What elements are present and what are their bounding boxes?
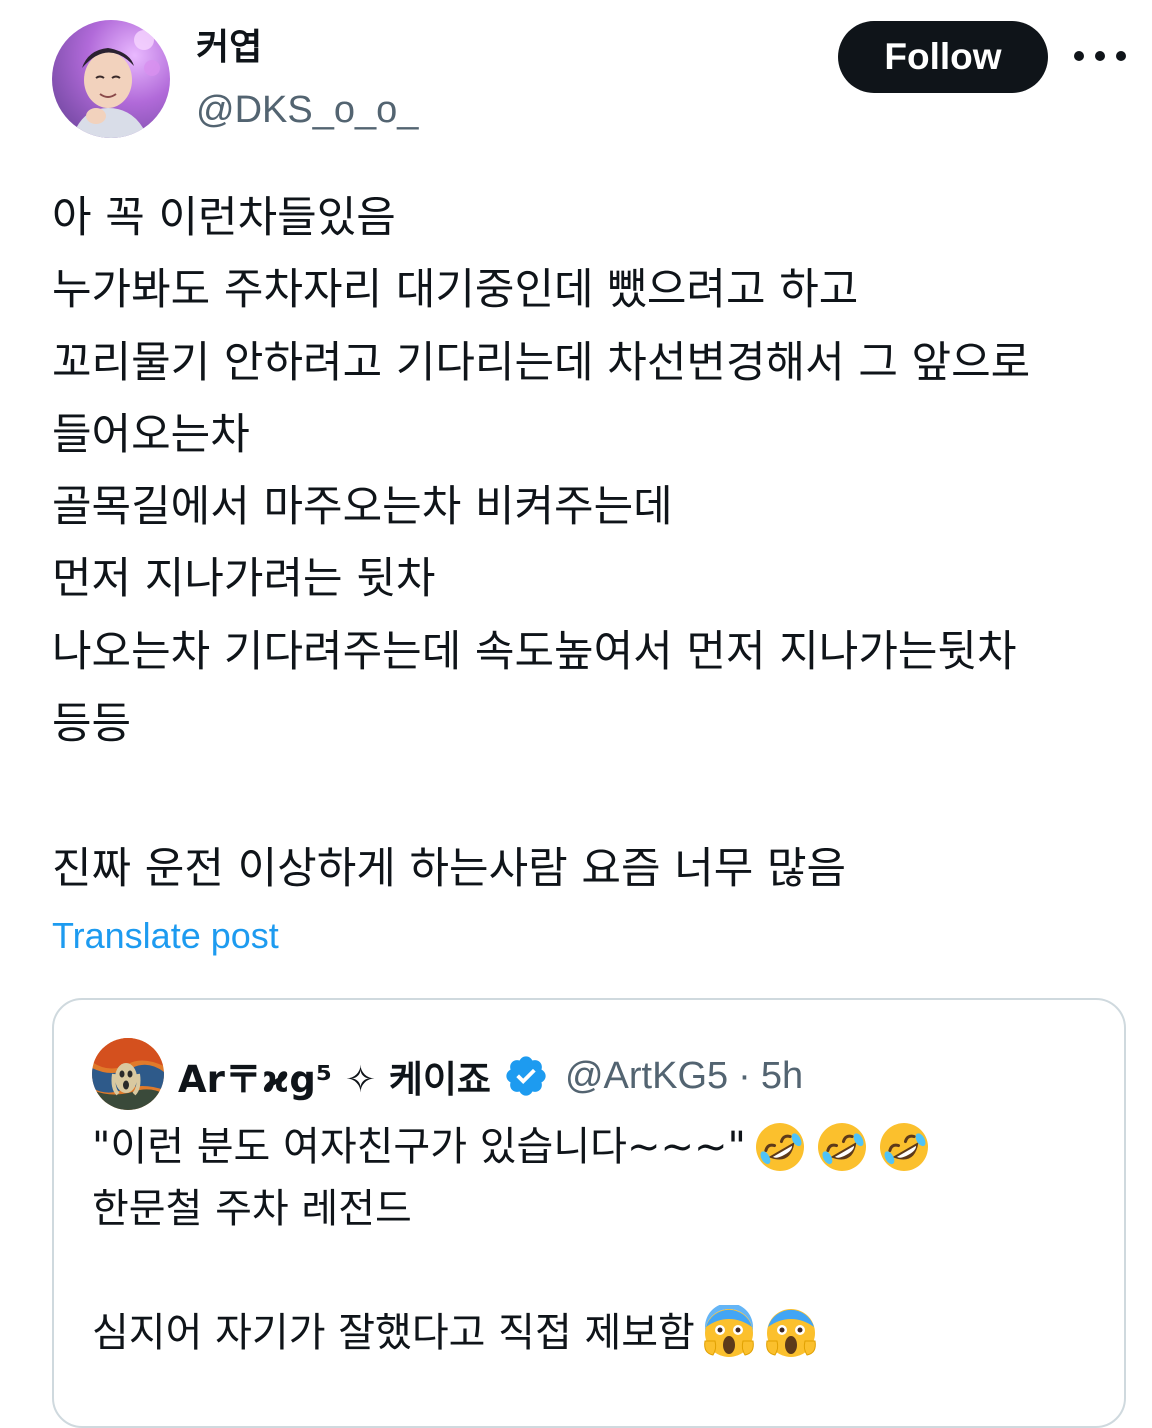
author-display-name[interactable]: 커엽: [196, 24, 262, 72]
separator-dot: ·: [738, 1054, 751, 1097]
quoted-blank-line: [92, 1240, 1092, 1302]
follow-button[interactable]: Follow: [838, 21, 1048, 93]
quoted-author-avatar[interactable]: [92, 1038, 164, 1110]
quoted-line-text: 심지어 자기가 잘했다고 직접 제보함: [92, 1310, 695, 1356]
avatar-image: [52, 20, 170, 138]
quoted-line-text: "이런 분도 여자친구가 있습니다~~~": [92, 1124, 746, 1170]
quoted-post-timestamp[interactable]: 5h: [761, 1055, 803, 1098]
face-screaming-in-fear-emoji-icon: [701, 1305, 757, 1361]
verified-badge-icon: [503, 1053, 549, 1099]
more-dot: [1074, 51, 1084, 61]
post-line: 진짜 운전 이상하게 하는사람 요즘 너무 많음: [52, 843, 847, 894]
quoted-post-header: Ar〒ϰg⁵ ✧ 케이죠 @ArtKG5 · 5h: [178, 1048, 803, 1104]
scream-painting-avatar-image: [92, 1038, 164, 1110]
post-line: 누가봐도 주차자리 대기중인데 뺐으려고 하고: [52, 265, 859, 316]
post-line: 골목길에서 마주오는차 비켜주는데: [52, 482, 673, 533]
post-line: 들어오는차: [52, 409, 250, 460]
post-line: 꼬리물기 안하려고 기다리는데 차선변경해서 그 앞으로: [52, 337, 1031, 388]
rolling-on-floor-laughing-emoji-icon: [814, 1119, 870, 1175]
quoted-post-card[interactable]: Ar〒ϰg⁵ ✧ 케이죠 @ArtKG5 · 5h "이런 분도 여자친구가 있…: [52, 998, 1126, 1428]
post-line: 나오는차 기다려주는데 속도높여서 먼저 지나가는뒷차: [52, 626, 1017, 677]
quoted-line: 한문철 주차 레전드: [92, 1178, 1092, 1240]
more-options-icon[interactable]: [1074, 38, 1126, 74]
post-line: 등등: [52, 699, 132, 750]
quoted-author-handle[interactable]: @ArtKG5: [565, 1055, 728, 1098]
quoted-line: 심지어 자기가 잘했다고 직접 제보함: [92, 1302, 1092, 1364]
quoted-author-display-name[interactable]: Ar〒ϰg⁵ ✧ 케이죠: [178, 1049, 491, 1103]
author-avatar[interactable]: [52, 20, 170, 138]
post-line: 먼저 지나가려는 뒷차: [52, 554, 436, 605]
author-handle[interactable]: @DKS_o_o_: [196, 86, 418, 134]
more-dot: [1116, 51, 1126, 61]
rolling-on-floor-laughing-emoji-icon: [752, 1119, 808, 1175]
post-line: 아 꼭 이런차들있음: [52, 193, 396, 243]
quoted-line-text: 한문철 주차 레전드: [92, 1186, 412, 1232]
more-dot: [1095, 51, 1105, 61]
post-text: 아 꼭 이런차들있음 누가봐도 주차자리 대기중인데 뺐으려고 하고 꼬리물기 …: [52, 182, 1132, 905]
quoted-post-text: "이런 분도 여자친구가 있습니다~~~" 한문철 주차 레전드 심지어 자기가…: [92, 1116, 1092, 1364]
face-screaming-in-fear-emoji-icon: [763, 1305, 819, 1361]
translate-post-link[interactable]: Translate post: [52, 908, 279, 964]
quoted-line: "이런 분도 여자친구가 있습니다~~~": [92, 1116, 1092, 1178]
rolling-on-floor-laughing-emoji-icon: [876, 1119, 932, 1175]
